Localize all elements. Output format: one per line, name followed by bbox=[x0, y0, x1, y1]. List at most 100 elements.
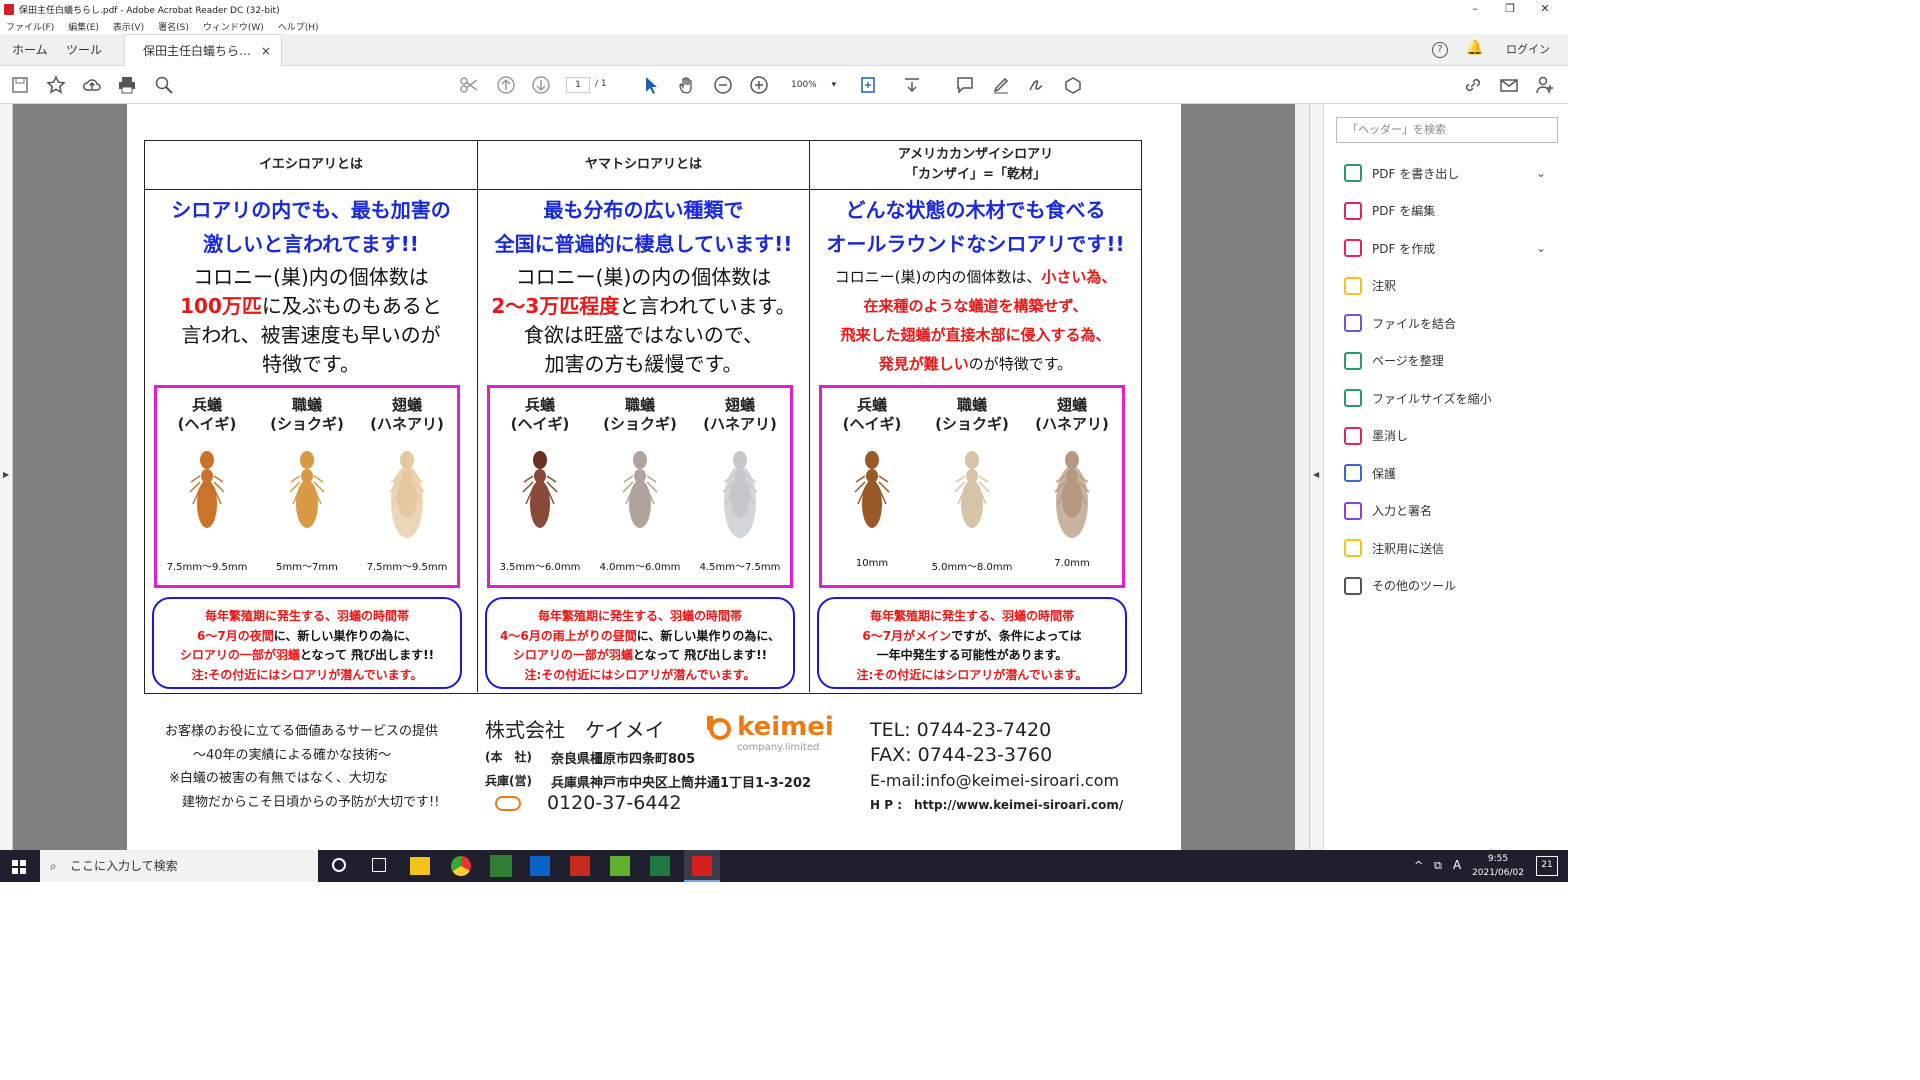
note-line: シロアリの一部が羽蟻となって 飛び出します!! bbox=[154, 646, 460, 666]
mail-icon[interactable] bbox=[1498, 74, 1520, 96]
bell-icon[interactable]: 🔔 bbox=[1466, 40, 1483, 56]
zoom-in-icon[interactable] bbox=[748, 74, 770, 96]
select-pointer-icon[interactable] bbox=[640, 74, 662, 96]
add-user-icon[interactable] bbox=[1534, 74, 1556, 96]
tab-home[interactable]: ホーム bbox=[12, 34, 48, 66]
comment-icon[interactable] bbox=[954, 74, 976, 96]
termite-column: イエシロアリとは シロアリの内でも、最も加害の 激しいと言われてます!! コロニー(… bbox=[145, 141, 477, 692]
tray-app-icon[interactable]: ⧉ bbox=[1434, 859, 1442, 873]
scroll-mode-icon[interactable] bbox=[901, 74, 923, 96]
chrome-icon[interactable] bbox=[451, 856, 471, 876]
share-tool-icon[interactable] bbox=[1062, 74, 1084, 96]
note-text: 注:その付近にはシロアリが潜んでいます。 bbox=[191, 667, 423, 682]
note-tail: となって 飛び出します!! bbox=[299, 648, 435, 662]
sign-icon[interactable] bbox=[1026, 74, 1048, 96]
tool-label: PDF を書き出し bbox=[1372, 166, 1460, 181]
menu-file[interactable]: ファイル(F) bbox=[6, 20, 54, 33]
task-view-icon[interactable] bbox=[372, 858, 386, 872]
save-icon[interactable] bbox=[9, 74, 31, 96]
caste-image-box: 兵蟻 (ヘイギ) 7.5mm～9.5mm 職蟻 (ショクギ) 5mm～7mm 翅蟻 (ハ… bbox=[154, 385, 460, 588]
page-number-input[interactable]: 1 bbox=[566, 77, 590, 93]
tab-close-icon[interactable]: × bbox=[261, 44, 271, 58]
chevron-down-icon[interactable]: ⌄ bbox=[1536, 241, 1546, 255]
tool-item[interactable]: 入力と署名 bbox=[1344, 500, 1432, 522]
tool-label: PDF を編集 bbox=[1372, 204, 1436, 218]
description-tail: と言われています。 bbox=[619, 294, 796, 318]
fit-page-icon[interactable] bbox=[858, 74, 880, 96]
login-button[interactable]: ログイン bbox=[1506, 34, 1550, 66]
acrobat-window: 保田主任白蟻ちらし.pdf - Adobe Acrobat Reader DC … bbox=[0, 0, 1568, 882]
menu-help[interactable]: ヘルプ(H) bbox=[278, 20, 319, 33]
size-label: 4.5mm～7.5mm bbox=[699, 562, 781, 573]
size-label: 3.5mm～6.0mm bbox=[499, 562, 581, 573]
tool-item[interactable]: 墨消し bbox=[1344, 425, 1408, 447]
note-text: 注:その付近にはシロアリが潜んでいます。 bbox=[856, 667, 1088, 682]
tool-item[interactable]: その他のツール bbox=[1344, 575, 1456, 597]
zoom-out-icon[interactable] bbox=[712, 74, 734, 96]
word-app-icon[interactable] bbox=[610, 856, 630, 876]
tray-chevron-icon[interactable]: ^ bbox=[1414, 859, 1423, 872]
tool-item[interactable]: 注釈用に送信 bbox=[1344, 537, 1444, 559]
termite-photo-icon bbox=[722, 451, 758, 538]
zoom-select[interactable]: 100% ▾ bbox=[784, 78, 839, 94]
description-line: 発見が難しいのが特徴です。 bbox=[810, 350, 1141, 379]
next-page-icon[interactable] bbox=[530, 74, 552, 96]
description-text: 言われ、被害速度も早いのが bbox=[181, 323, 441, 347]
tools-search-input[interactable]: 「ヘッダー」を検索 bbox=[1336, 117, 1558, 143]
left-panel-toggle[interactable]: ▶ bbox=[0, 104, 13, 850]
cortana-icon[interactable] bbox=[332, 858, 346, 872]
tool-item[interactable]: PDF を編集 bbox=[1344, 200, 1435, 222]
tool-item[interactable]: ファイルを結合 bbox=[1344, 312, 1456, 334]
cloud-upload-icon[interactable] bbox=[81, 74, 103, 96]
outlook-icon[interactable] bbox=[530, 856, 550, 876]
tool-label: 注釈 bbox=[1372, 279, 1397, 293]
description-tail: 小さい為、 bbox=[1041, 268, 1117, 286]
vertical-scrollbar[interactable] bbox=[1295, 104, 1309, 850]
menu-window[interactable]: ウィンドウ(W) bbox=[203, 20, 264, 33]
ime-indicator[interactable]: A bbox=[1453, 858, 1461, 872]
note-text: 6～7月がメイン bbox=[862, 628, 952, 643]
help-icon[interactable]: ? bbox=[1432, 42, 1448, 58]
prev-page-icon[interactable] bbox=[495, 74, 517, 96]
tool-item[interactable]: ページを整理 bbox=[1344, 350, 1444, 372]
app-icon[interactable] bbox=[490, 855, 512, 877]
windows-start-icon[interactable] bbox=[12, 859, 26, 874]
branch-label: 兵庫(営) bbox=[485, 774, 532, 788]
excel-icon[interactable] bbox=[650, 856, 670, 876]
access-icon[interactable] bbox=[570, 856, 590, 876]
logo-mark-icon bbox=[707, 716, 731, 740]
chevron-down-icon[interactable]: ⌄ bbox=[1536, 166, 1546, 180]
tool-item[interactable]: 保護 bbox=[1344, 462, 1396, 484]
menu-view[interactable]: 表示(V) bbox=[113, 20, 144, 33]
description-line: コロニー(巣)の内の個体数は bbox=[478, 263, 809, 292]
tool-item[interactable]: ファイルサイズを縮小 bbox=[1344, 387, 1492, 409]
note-tail: ですが、条件によっては bbox=[951, 628, 1082, 643]
star-icon[interactable] bbox=[45, 74, 67, 96]
zoom-search-icon[interactable] bbox=[153, 74, 175, 96]
acrobat-taskbar-button[interactable] bbox=[684, 850, 720, 882]
menu-edit[interactable]: 編集(E) bbox=[68, 20, 99, 33]
hand-tool-icon[interactable] bbox=[676, 74, 698, 96]
clock[interactable]: 9:55 2021/06/02 bbox=[1470, 852, 1526, 880]
document-viewer[interactable]: ▶ イエシロアリとは シロアリの内でも、最も加害の 激しいと言われてます!! コロニ… bbox=[0, 104, 1323, 850]
close-button[interactable]: ✕ bbox=[1522, 0, 1568, 18]
search-icon: ⌕ bbox=[50, 859, 57, 873]
note-line: 4～6月の雨上がりの昼間に、新しい巣作りの為に、 bbox=[487, 627, 793, 647]
chevron-down-icon: ▾ bbox=[831, 80, 837, 90]
tab-document[interactable]: 保田主任白蟻ちら… × bbox=[124, 34, 282, 67]
highlight-pen-icon[interactable] bbox=[990, 74, 1012, 96]
tool-item[interactable]: 注釈 bbox=[1344, 275, 1396, 297]
taskbar-search[interactable]: ⌕ ここに入力して検索 bbox=[40, 850, 318, 882]
footer-line: ※白蟻の被害の有無ではなく、大切な bbox=[169, 771, 388, 786]
tool-item[interactable]: PDF を書き出し ⌄ bbox=[1344, 162, 1546, 184]
scissors-icon[interactable] bbox=[458, 74, 480, 96]
right-panel-toggle[interactable]: ◀ bbox=[1309, 104, 1323, 850]
file-explorer-icon[interactable] bbox=[410, 857, 430, 875]
termite-photo-icon bbox=[622, 451, 658, 528]
print-icon[interactable] bbox=[116, 74, 138, 96]
tab-tools[interactable]: ツール bbox=[66, 34, 102, 66]
tool-item[interactable]: PDF を作成 ⌄ bbox=[1344, 237, 1546, 259]
notification-icon[interactable]: 21 bbox=[1536, 856, 1558, 876]
link-share-icon[interactable] bbox=[1462, 74, 1484, 96]
menu-sign[interactable]: 署名(S) bbox=[158, 20, 189, 33]
